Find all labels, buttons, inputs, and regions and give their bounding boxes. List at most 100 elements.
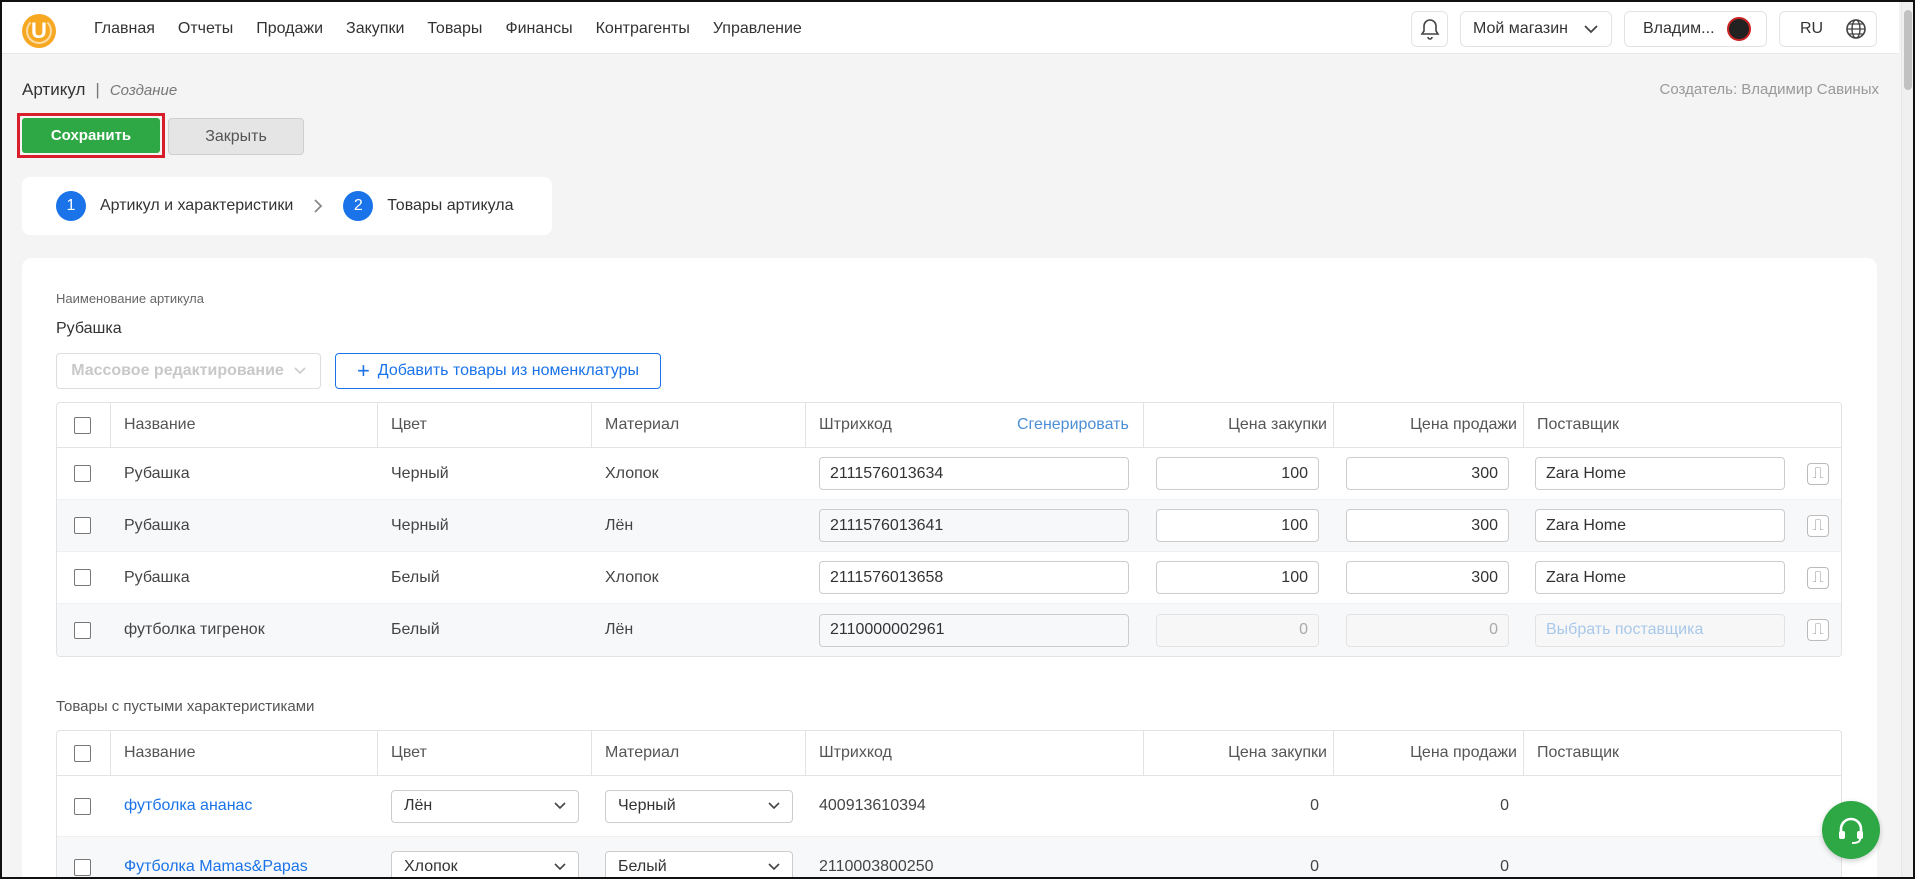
row-color: Белый [391, 568, 440, 586]
table-row: Рубашка Черный Лён 2111576013641 100 300… [57, 500, 1841, 552]
purchase-price-input[interactable]: 100 [1156, 509, 1319, 542]
nav-item-sales[interactable]: Продажи [256, 20, 323, 38]
table-row: Рубашка Черный Хлопок 2111576013634 100 … [57, 448, 1841, 500]
column-barcode[interactable]: Штрихкод [819, 403, 892, 447]
row-sale-price: 0 [1500, 858, 1509, 875]
row-material: Лён [605, 621, 634, 638]
scrollbar-thumb[interactable] [1904, 10, 1912, 90]
barcode-input[interactable]: 2111576013658 [819, 561, 1129, 594]
mass-edit-button: Массовое редактирование [56, 353, 321, 389]
row-purchase-price: 0 [1310, 797, 1319, 814]
nav-item-reports[interactable]: Отчеты [178, 20, 233, 38]
row-name: Рубашка [124, 516, 190, 534]
column-color[interactable]: Цвет [391, 403, 427, 447]
material-select-value: Черный [618, 797, 676, 814]
row-checkbox[interactable] [74, 517, 91, 534]
supplier-select-placeholder: Выбрать поставщика [1535, 613, 1785, 647]
nav-item-purchases[interactable]: Закупки [346, 20, 404, 38]
color-select-value: Хлопок [404, 858, 458, 875]
article-name-value: Рубашка [56, 320, 122, 337]
row-material: Хлопок [605, 464, 659, 482]
product-link[interactable]: футболка ананас [124, 776, 252, 836]
column-sale-price[interactable]: Цена продажи [1333, 403, 1517, 447]
breadcrumb-separator: | [95, 80, 100, 99]
product-link[interactable]: Футболка Mamas&Papas [124, 837, 308, 879]
purchase-price-input[interactable]: 100 [1156, 457, 1319, 490]
language-label: RU [1800, 20, 1824, 37]
row-checkbox[interactable] [74, 569, 91, 586]
stamp-icon[interactable]: ⎍ [1807, 566, 1829, 589]
nav-item-contractors[interactable]: Контрагенты [596, 20, 690, 38]
chevron-down-icon [554, 863, 566, 871]
purchase-price-input[interactable]: 100 [1156, 561, 1319, 594]
page-title: Артикул [22, 80, 86, 99]
column-supplier[interactable]: Поставщик [1537, 403, 1619, 447]
select-all-checkbox[interactable] [74, 416, 91, 434]
mass-edit-label: Массовое редактирование [71, 362, 284, 379]
shop-selector[interactable]: Мой магазин [1460, 11, 1612, 47]
barcode-input[interactable]: 2111576013634 [819, 457, 1129, 490]
column-supplier[interactable]: Поставщик [1537, 731, 1619, 775]
page-mode: Создание [109, 82, 178, 99]
column-material[interactable]: Материал [605, 731, 679, 775]
barcode-input[interactable]: 2110000002961 [819, 613, 1129, 647]
nav-item-main[interactable]: Главная [94, 20, 155, 38]
table-row: Рубашка Белый Хлопок 2111576013658 100 3… [57, 552, 1841, 604]
column-name[interactable]: Название [124, 403, 196, 447]
sale-price-input[interactable]: 300 [1346, 561, 1509, 594]
row-barcode: 400913610394 [819, 797, 926, 814]
row-checkbox[interactable] [74, 621, 91, 639]
purchase-price-input: 0 [1156, 613, 1319, 647]
table-row: Футболка Mamas&Papas Хлопок Белый 211000… [57, 837, 1841, 879]
color-select[interactable]: Хлопок [391, 850, 579, 879]
nav-item-finance[interactable]: Финансы [505, 20, 572, 38]
bell-icon [1420, 19, 1439, 40]
nav-item-products[interactable]: Товары [427, 20, 482, 38]
add-from-catalog-button[interactable]: + Добавить товары из номенклатуры [335, 353, 661, 389]
column-purchase-price[interactable]: Цена закупки [1143, 731, 1327, 775]
color-select[interactable]: Лён [391, 789, 579, 823]
support-chat-button[interactable] [1822, 801, 1880, 859]
save-button[interactable]: Сохранить [22, 118, 160, 153]
step-2-number[interactable]: 2 [343, 191, 374, 221]
supplier-input[interactable]: Zara Home [1535, 509, 1785, 542]
select-all-checkbox[interactable] [74, 744, 91, 762]
stamp-icon[interactable]: ⎍ [1807, 514, 1829, 537]
close-button[interactable]: Закрыть [168, 118, 304, 155]
stamp-icon[interactable]: ⎍ [1807, 619, 1829, 641]
column-name[interactable]: Название [124, 731, 196, 775]
user-menu[interactable]: Владим... [1624, 11, 1767, 47]
page-scrollbar[interactable] [1901, 2, 1913, 877]
barcode-input[interactable]: 2111576013641 [819, 509, 1129, 542]
sale-price-input[interactable]: 300 [1346, 457, 1509, 490]
material-select-value: Белый [618, 858, 667, 875]
row-barcode: 2110003800250 [819, 858, 934, 875]
generate-barcode-link[interactable]: Сгенерировать [1017, 403, 1129, 447]
supplier-input[interactable]: Zara Home [1535, 561, 1785, 594]
step-1-number[interactable]: 1 [56, 191, 86, 221]
row-name: футболка тигренок [124, 621, 265, 638]
step-2-label[interactable]: Товары артикула [387, 197, 513, 215]
step-1-label[interactable]: Артикул и характеристики [100, 197, 293, 215]
notifications-button[interactable] [1411, 11, 1448, 47]
material-select[interactable]: Белый [605, 850, 793, 879]
sale-price-input[interactable]: 300 [1346, 509, 1509, 542]
language-selector[interactable]: RU [1779, 11, 1877, 47]
row-checkbox[interactable] [74, 797, 91, 815]
creator-info: Создатель: Владимир Савиных [1659, 81, 1879, 98]
row-checkbox[interactable] [74, 465, 91, 482]
app-logo[interactable]: U [22, 14, 56, 48]
row-material: Хлопок [605, 568, 659, 586]
material-select[interactable]: Черный [605, 789, 793, 823]
row-checkbox[interactable] [74, 858, 91, 876]
column-sale-price[interactable]: Цена продажи [1333, 731, 1517, 775]
row-purchase-price: 0 [1310, 858, 1319, 875]
column-color[interactable]: Цвет [391, 731, 427, 775]
row-name: Рубашка [124, 568, 190, 586]
column-purchase-price[interactable]: Цена закупки [1143, 403, 1327, 447]
stamp-icon[interactable]: ⎍ [1807, 462, 1829, 485]
column-barcode[interactable]: Штрихкод [819, 731, 892, 775]
nav-item-management[interactable]: Управление [713, 20, 802, 38]
column-material[interactable]: Материал [605, 403, 679, 447]
supplier-input[interactable]: Zara Home [1535, 457, 1785, 490]
